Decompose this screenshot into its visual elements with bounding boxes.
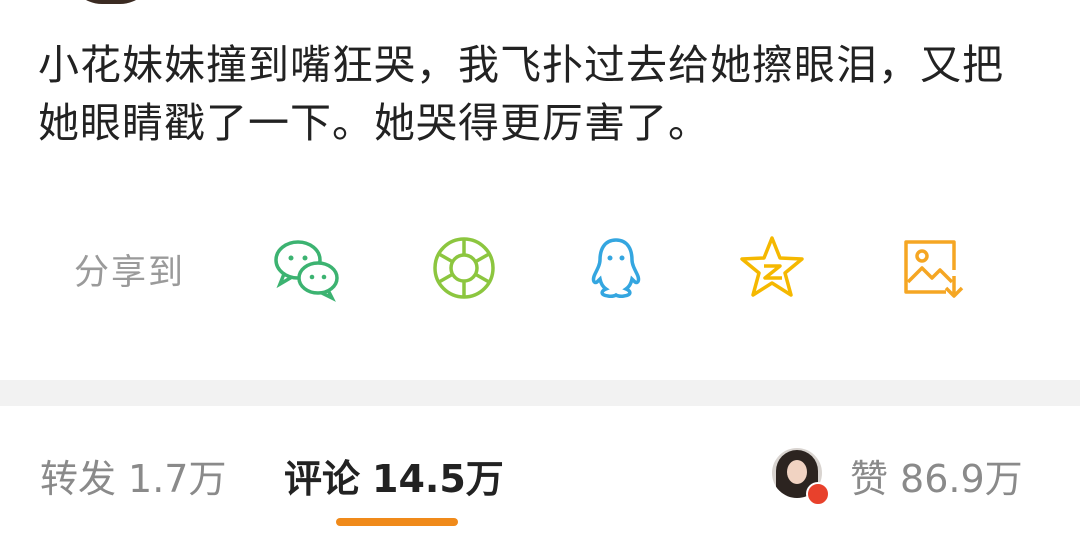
share-label: 分享到 [74, 253, 186, 293]
tab-comment-count: 14.5万 [372, 457, 504, 501]
section-divider [0, 380, 1080, 406]
post-content: 小花妹妹撞到嘴狂哭，我飞扑过去给她擦眼泪，又把 她眼睛戳了一下。她哭得更厉害了。 [38, 36, 1048, 152]
tab-like-label: 赞 [850, 457, 889, 501]
wechat-icon[interactable] [270, 232, 342, 304]
interaction-tabs: 转发 1.7万 评论 14.5万 赞 86.9万 [0, 406, 1080, 542]
tab-comment[interactable]: 评论 14.5万 [284, 448, 504, 503]
post-line: 小花妹妹撞到嘴狂哭，我飞扑过去给她擦眼泪，又把 [38, 41, 1004, 89]
qzone-icon[interactable] [736, 232, 808, 304]
tab-like[interactable]: 赞 86.9万 [850, 448, 1023, 503]
moments-icon[interactable] [428, 232, 500, 304]
author-avatar[interactable] [68, 0, 154, 4]
tab-like-count: 86.9万 [900, 457, 1023, 501]
tab-repost-label: 转发 [40, 457, 117, 501]
share-bar: 分享到 [0, 226, 1080, 306]
tab-repost[interactable]: 转发 1.7万 [40, 448, 226, 503]
save-image-icon[interactable] [896, 232, 968, 304]
active-tab-indicator [336, 518, 458, 526]
post-line: 她眼睛戳了一下。她哭得更厉害了。 [38, 99, 710, 147]
qq-icon[interactable] [580, 232, 652, 304]
tab-repost-count: 1.7万 [128, 457, 227, 501]
tab-comment-label: 评论 [284, 457, 361, 501]
verified-badge-icon [806, 482, 830, 506]
